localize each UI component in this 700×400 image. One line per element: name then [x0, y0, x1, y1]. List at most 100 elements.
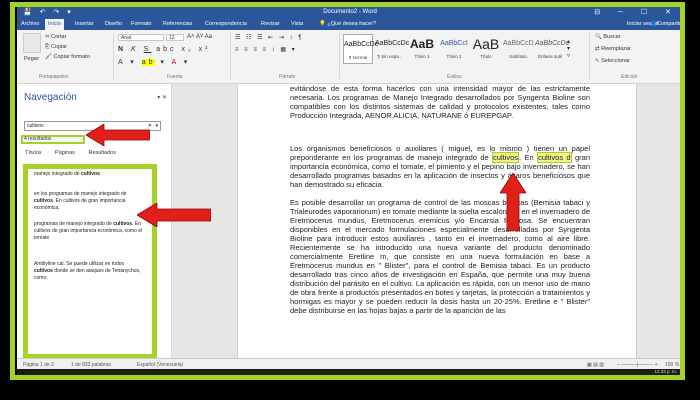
tab-insertar[interactable]: Insertar [75, 21, 94, 27]
navigation-tabs: Títulos Páginas Resultados [25, 150, 165, 156]
font-name-box[interactable]: Arial [118, 34, 164, 41]
tell-me-search[interactable]: 💡 ¿Qué desea hacer? [319, 21, 376, 27]
style-name: Énfasis sutil [537, 54, 562, 59]
style-name: ¶ Normal [348, 55, 368, 60]
result-pre: manejo integrado de [34, 171, 81, 177]
taskbar: 12:33 p. m. [17, 369, 683, 376]
style-name: Título [480, 54, 492, 59]
tab-inicio[interactable]: Inicio [45, 19, 64, 30]
select-button[interactable]: ↖ Seleccionar [595, 58, 630, 64]
style-sample: AaBbCcDc [535, 40, 570, 47]
ribbon-tabs: Archivo Inicio Insertar Diseño Formato R… [17, 19, 683, 30]
result-term: cultivos [34, 198, 53, 204]
style-enfasis-sutil[interactable]: AaBbCcDc Énfasis sutil [535, 34, 570, 64]
page-count[interactable]: Página 1 de 2 [23, 362, 54, 368]
copy-button[interactable]: ⎘ Copiar [45, 44, 67, 51]
tab-correspondencia[interactable]: Correspondencia [205, 21, 247, 27]
search-value: cultivos [27, 123, 44, 129]
paragraph-1[interactable]: evitándose de esta forma hacerlos con un… [290, 84, 590, 120]
tab-diseno[interactable]: Diseño [105, 21, 122, 27]
document-page[interactable]: evitándose de esta forma hacerlos con un… [237, 84, 637, 358]
cut-button[interactable]: ✂ Cortar [45, 34, 66, 40]
zoom-slider[interactable]: − ────┼──── + [617, 362, 658, 368]
result-term: cultivos [80, 171, 100, 177]
tab-vista[interactable]: Vista [291, 21, 303, 27]
view-buttons[interactable]: ▦ ▤ ▥ [587, 362, 604, 368]
replace-button[interactable]: ⇄ Reemplazar [595, 46, 631, 52]
tab-archivo[interactable]: Archivo [21, 21, 39, 27]
format-painter-label: Copiar formato [53, 54, 90, 60]
format-painter-button[interactable]: 🖌 Copiar formato [45, 54, 90, 60]
tab-titulos[interactable]: Títulos [25, 150, 42, 156]
tab-paginas[interactable]: Páginas [55, 150, 75, 156]
window-controls[interactable]: ⊟ ─ ☐ ✕ [594, 8, 679, 16]
search-result-item[interactable]: Amblyline cal. Se puede utilizar en todo… [34, 261, 144, 282]
replace-icon: ⇄ [595, 46, 600, 52]
find-button[interactable]: 🔍 Buscar [595, 34, 621, 40]
arrow-left-icon [137, 203, 211, 227]
font-format-buttons[interactable]: N K S abc x₂ x² [118, 46, 210, 53]
brush-icon: 🖌 [45, 54, 52, 60]
paste-button[interactable]: Pegar [24, 56, 39, 62]
tab-resultados[interactable]: Resultados [88, 150, 116, 156]
zoom-level[interactable]: 100 % [665, 362, 679, 368]
search-result-item[interactable]: programas de manejo integrado de cultivo… [34, 221, 144, 242]
replace-label: Reemplazar [601, 46, 631, 52]
tell-me-label: ¿Qué desea hacer? [327, 21, 377, 27]
style-sample: AaBbCcD [503, 40, 534, 47]
share-button[interactable]: 👤Compartir [650, 21, 681, 27]
style-name: Subtítulo [509, 54, 527, 59]
paragraph-group-label: Párrafo [279, 74, 296, 80]
word-count[interactable]: 1 de 833 palabras [71, 362, 111, 368]
person-icon: 👤 [649, 21, 657, 27]
pane-controls[interactable]: ▾ ✕ [157, 94, 167, 101]
style-titulo1[interactable]: AaB Título 1 [407, 34, 437, 64]
font-size-box[interactable]: 12 [166, 34, 184, 41]
ribbon: Pegar ✂ Cortar ⎘ Copiar 🖌 Copiar formato… [17, 30, 683, 84]
style-sample: AaBbCcDc [344, 41, 379, 48]
search-result-item[interactable]: manejo integrado de cultivos [34, 171, 144, 178]
arrow-left-icon [86, 124, 150, 146]
chevron-down-icon[interactable]: ▾ [155, 122, 158, 130]
style-name: Título 1 [414, 54, 430, 59]
style-normal[interactable]: AaBbCcDc ¶ Normal [343, 34, 379, 64]
tab-formato[interactable]: Formato [131, 21, 151, 27]
styles-scroll-icon[interactable]: ▴ ▾ ▿ [567, 38, 570, 59]
lightbulb-icon: 💡 [319, 21, 326, 27]
tab-revisar[interactable]: Revisar [261, 21, 280, 27]
results-count: 4 resultados [21, 135, 85, 144]
share-label: Compartir [656, 21, 681, 27]
cut-label: Cortar [51, 34, 67, 40]
paragraph-2[interactable]: Los organismos beneficiosos o auxiliares… [290, 144, 590, 189]
screenshot-frame: 💾 ↶ ↷ ▾ Documento2 - Word ⊟ ─ ☐ ✕ Archiv… [0, 0, 700, 400]
style-name: Título 2 [446, 54, 462, 59]
style-name: ¶ Sin espa... [377, 54, 403, 59]
font-grow-shrink-icon[interactable]: A˄ A˅ Aa [187, 34, 212, 40]
list-buttons[interactable]: ☰ ☷ ☰ ⇤ ⇥ ↕ ¶ [235, 34, 303, 41]
search-result-item[interactable]: en los programas de manejo integrado de … [34, 191, 144, 212]
tab-referencias[interactable]: Referencias [163, 21, 192, 27]
style-titulo2[interactable]: AaBbCcI Título 2 [439, 34, 469, 64]
font-group-label: Fuente [167, 74, 183, 80]
copy-icon: ⎘ [45, 44, 50, 50]
scissors-icon: ✂ [45, 34, 50, 40]
style-titulo[interactable]: AaB Título [471, 34, 501, 64]
group-divider [230, 33, 231, 79]
clock: 12:33 p. m. [654, 369, 677, 374]
language[interactable]: Español (Venezuela) [137, 362, 183, 368]
group-divider [113, 33, 114, 79]
find-label: Buscar [603, 34, 621, 40]
title-bar: 💾 ↶ ↷ ▾ Documento2 - Word ⊟ ─ ☐ ✕ [17, 7, 683, 19]
style-subtitulo[interactable]: AaBbCcD Subtítulo [503, 34, 534, 64]
result-term: cultivos [34, 268, 53, 274]
style-sin-espaciado[interactable]: AaBbCcDc ¶ Sin espa... [375, 34, 409, 64]
result-pre: Amblyline cal. Se puede utilizar en todo… [34, 261, 125, 267]
result-pre: en los programas de manejo integrado de [34, 191, 127, 197]
style-sample: AaBbCcI [440, 40, 468, 47]
paragraph-3[interactable]: Es posible desarrollar un programa de co… [290, 198, 590, 315]
word-window: 💾 ↶ ↷ ▾ Documento2 - Word ⊟ ─ ☐ ✕ Archiv… [17, 7, 683, 376]
align-buttons[interactable]: ≡ ≡ ≡ ≡ ↕ ▦ ▾ [235, 46, 297, 53]
styles-group-label: Estilos [447, 74, 462, 80]
editing-group-label: Edición [621, 74, 638, 80]
font-color-buttons[interactable]: A ▾ ab ▾ A ▾ [118, 58, 190, 66]
